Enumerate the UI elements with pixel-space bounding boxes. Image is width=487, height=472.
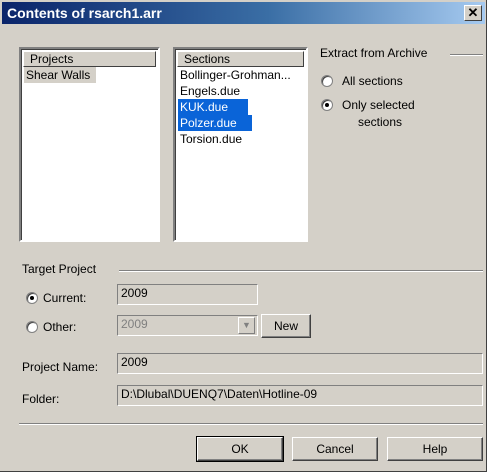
other-project-value: 2009	[121, 317, 148, 331]
title-bar[interactable]: Contents of rsarch1.arr ✕	[2, 2, 485, 24]
section-item-bollinger[interactable]: Bollinger-Grohman...	[178, 68, 291, 82]
help-button[interactable]: Help	[387, 437, 483, 461]
current-project-radio[interactable]	[26, 292, 38, 304]
close-button[interactable]: ✕	[464, 5, 482, 21]
only-selected-label-line2[interactable]: sections	[358, 115, 402, 129]
cancel-button[interactable]: Cancel	[292, 437, 378, 461]
archive-contents-dialog: Contents of rsarch1.arr ✕ Projects Shear…	[0, 0, 487, 472]
only-selected-radio[interactable]	[321, 99, 333, 111]
other-project-label[interactable]: Other:	[43, 320, 76, 334]
all-sections-radio[interactable]	[321, 75, 333, 87]
folder-field: D:\Dlubal\DUENQ7\Daten\Hotline-09	[117, 385, 483, 406]
projects-list-header[interactable]: Projects	[23, 51, 156, 67]
only-selected-label[interactable]: Only selected	[342, 98, 415, 112]
section-item-kuk[interactable]: KUK.due	[178, 99, 249, 115]
section-item-polzer[interactable]: Polzer.due	[178, 115, 252, 131]
bottom-separator	[19, 423, 483, 425]
window-title: Contents of rsarch1.arr	[7, 5, 162, 21]
chevron-down-icon[interactable]: ▼	[238, 317, 255, 334]
extract-group-label: Extract from Archive	[320, 46, 428, 60]
new-project-button[interactable]: New	[261, 314, 311, 338]
all-sections-label[interactable]: All sections	[342, 74, 403, 88]
extract-group-divider	[450, 54, 483, 56]
current-project-field: 2009	[117, 284, 258, 305]
section-item-engels[interactable]: Engels.due	[178, 84, 240, 98]
project-name-field: 2009	[117, 353, 483, 374]
folder-label: Folder:	[22, 392, 60, 406]
sections-list[interactable]: Sections Bollinger-Grohman... Engels.due…	[173, 47, 308, 242]
close-icon: ✕	[467, 5, 479, 20]
other-project-combo[interactable]: 2009	[117, 315, 258, 336]
target-group-divider	[119, 270, 483, 272]
other-project-radio[interactable]	[26, 321, 38, 333]
projects-list[interactable]: Projects Shear Walls	[19, 47, 160, 242]
target-group-label: Target Project	[22, 262, 97, 276]
current-project-label[interactable]: Current:	[43, 291, 86, 305]
project-name-label: Project Name:	[22, 360, 99, 374]
project-item-shear-walls[interactable]: Shear Walls	[24, 67, 97, 83]
section-item-torsion[interactable]: Torsion.due	[178, 132, 242, 146]
ok-button[interactable]: OK	[196, 436, 284, 462]
sections-list-header[interactable]: Sections	[177, 51, 304, 67]
